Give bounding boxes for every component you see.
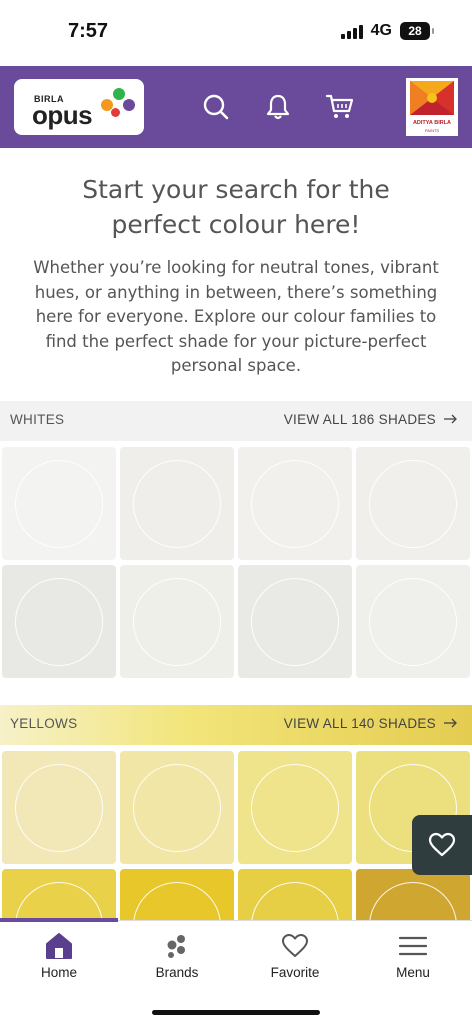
view-all-yellows-link[interactable]: VIEW ALL 140 SHADES bbox=[284, 716, 458, 731]
nav-item-menu[interactable]: Menu bbox=[354, 931, 472, 991]
swatch-ring bbox=[15, 577, 103, 666]
swatch-ring bbox=[251, 577, 339, 666]
app-logo[interactable]: BIRLA opus bbox=[14, 79, 144, 135]
page-title: Start your search for the perfect colour… bbox=[82, 175, 390, 239]
swatch-ring bbox=[15, 763, 103, 852]
home-icon bbox=[43, 931, 75, 961]
colour-swatch[interactable] bbox=[238, 565, 352, 678]
logo-dots-icon bbox=[101, 88, 139, 120]
section-header-whites: WHITES VIEW ALL 186 SHADES bbox=[0, 401, 472, 441]
search-icon[interactable] bbox=[200, 91, 232, 123]
swatch-ring bbox=[251, 459, 339, 548]
logo-main-text: opus bbox=[32, 100, 93, 130]
colour-swatch[interactable] bbox=[2, 565, 116, 678]
cart-icon[interactable] bbox=[324, 91, 356, 123]
menu-icon bbox=[397, 931, 429, 961]
battery-icon: 28 bbox=[400, 22, 434, 40]
swatch-ring bbox=[133, 763, 221, 852]
nav-label: Home bbox=[40, 965, 77, 980]
colour-swatch[interactable] bbox=[356, 447, 470, 560]
swatch-ring bbox=[133, 459, 221, 548]
nav-label: Favorite bbox=[270, 965, 320, 980]
brands-icon bbox=[161, 931, 193, 961]
view-all-whites-link[interactable]: VIEW ALL 186 SHADES bbox=[284, 412, 458, 427]
section-title: YELLOWS bbox=[10, 716, 78, 731]
heart-icon bbox=[279, 931, 311, 961]
colour-swatch[interactable] bbox=[238, 447, 352, 560]
nav-item-favorite[interactable]: Favorite bbox=[236, 931, 354, 991]
colour-swatch[interactable] bbox=[356, 565, 470, 678]
brand-name: ADITYA BIRLA bbox=[412, 120, 452, 126]
network-type: 4G bbox=[370, 22, 392, 39]
colour-swatch[interactable] bbox=[2, 447, 116, 560]
nav-item-brands[interactable]: Brands bbox=[118, 931, 236, 991]
arrow-right-icon bbox=[444, 716, 458, 731]
status-bar: 7:57 4G 28 bbox=[0, 0, 472, 66]
colour-swatch[interactable] bbox=[120, 751, 234, 864]
swatch-ring bbox=[369, 459, 457, 548]
section-title: WHITES bbox=[10, 412, 65, 427]
favorite-fab[interactable] bbox=[412, 815, 472, 875]
active-tab-indicator bbox=[0, 918, 118, 922]
nav-label: Brands bbox=[155, 965, 199, 980]
brand-sub: PAINTS bbox=[424, 128, 440, 133]
intro-description: Whether you’re looking for neutral tones… bbox=[33, 258, 439, 375]
heart-icon bbox=[428, 832, 456, 857]
swatch-ring bbox=[15, 459, 103, 548]
home-indicator bbox=[152, 1010, 320, 1015]
colour-swatch[interactable] bbox=[2, 751, 116, 864]
app-header: BIRLA opus ADITYA BIRLA PAINTS bbox=[0, 66, 472, 148]
bell-icon[interactable] bbox=[262, 91, 294, 123]
swatch-grid-whites bbox=[2, 447, 470, 678]
colour-swatch[interactable] bbox=[238, 751, 352, 864]
nav-item-home[interactable]: Home bbox=[0, 931, 118, 991]
view-all-label: VIEW ALL 186 SHADES bbox=[283, 412, 436, 427]
arrow-right-icon bbox=[444, 412, 458, 427]
status-time: 7:57 bbox=[68, 20, 109, 42]
signal-icon bbox=[340, 23, 363, 39]
colour-swatch[interactable] bbox=[120, 565, 234, 678]
aditya-birla-logo: ADITYA BIRLA PAINTS bbox=[406, 78, 458, 136]
bottom-nav: Home Brands Favorite Menu bbox=[0, 918, 472, 1024]
swatch-ring bbox=[251, 763, 339, 852]
swatch-ring bbox=[133, 577, 221, 666]
colour-swatch[interactable] bbox=[120, 447, 234, 560]
section-header-yellows: YELLOWS VIEW ALL 140 SHADES bbox=[0, 705, 472, 745]
nav-label: Menu bbox=[396, 965, 430, 980]
swatch-ring bbox=[369, 577, 457, 666]
view-all-label: VIEW ALL 140 SHADES bbox=[283, 716, 436, 731]
status-indicators: 4G 28 bbox=[340, 22, 434, 40]
